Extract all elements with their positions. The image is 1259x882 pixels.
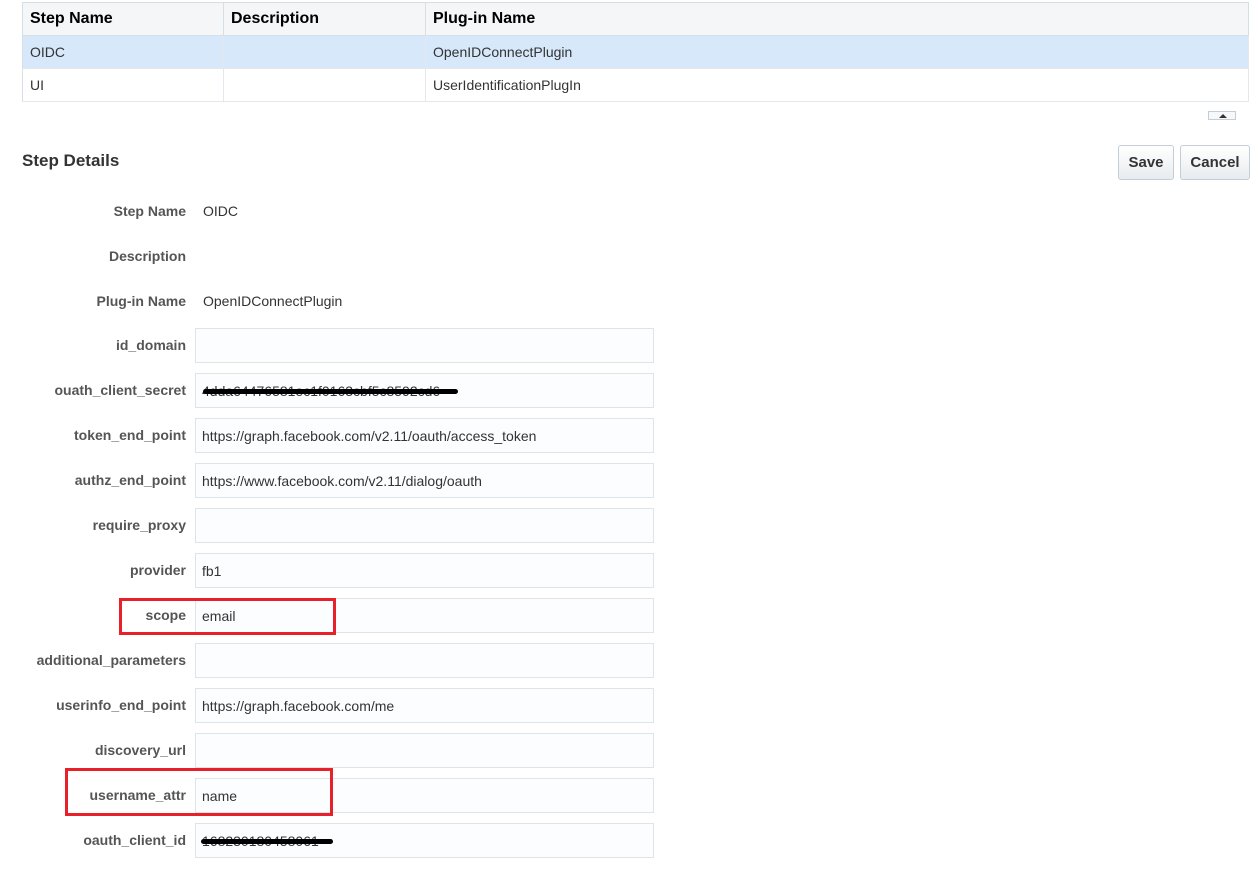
field-row-userinfo-end-point: userinfo_end_point [0, 688, 700, 723]
username-attr-highlight-box [65, 768, 333, 816]
discovery-url-label: discovery_url [94, 742, 186, 758]
field-row-authz-end-point: authz_end_point [0, 463, 700, 498]
field-row-scope: scope [0, 598, 700, 633]
table-header-row: Step Name Description Plug-in Name [22, 2, 1249, 36]
token-end-point-label: token_end_point [73, 427, 186, 443]
provider-label: provider [129, 562, 186, 578]
require-proxy-label: require_proxy [92, 517, 186, 533]
field-row-provider: provider [0, 553, 700, 588]
field-row-client-secret: ouath_client_secret [0, 373, 700, 408]
step-details-title: Step Details [22, 151, 120, 170]
table-row[interactable]: OIDC OpenIDConnectPlugin [22, 35, 1249, 69]
plugin-name-label: Plug-in Name [96, 293, 186, 309]
redaction-mark [203, 389, 458, 394]
cell-description [223, 35, 426, 69]
provider-input[interactable] [195, 553, 654, 588]
plugin-name-value: OpenIDConnectPlugin [203, 293, 343, 309]
require-proxy-input[interactable] [195, 508, 654, 543]
field-row-id-domain: id_domain [0, 328, 700, 363]
plugin-name-row: Plug-in Name OpenIDConnectPlugin [0, 284, 700, 318]
userinfo-end-point-input[interactable] [195, 688, 654, 723]
userinfo-end-point-label: userinfo_end_point [56, 697, 186, 713]
description-row: Description [0, 239, 700, 273]
field-row-client-id: oauth_client_id [0, 823, 700, 858]
steps-table: Step Name Description Plug-in Name OIDC … [22, 2, 1249, 102]
step-name-label: Step Name [113, 203, 186, 219]
token-end-point-input[interactable] [195, 418, 654, 453]
column-header-plugin-name[interactable]: Plug-in Name [425, 2, 1249, 36]
collapse-pane-button[interactable] [1208, 111, 1236, 120]
table-row[interactable]: UI UserIdentificationPlugIn [22, 68, 1249, 102]
description-label: Description [108, 248, 186, 264]
scope-highlight-box [119, 598, 336, 635]
step-name-row: Step Name OIDC [0, 194, 700, 228]
column-header-step-name[interactable]: Step Name [22, 2, 224, 36]
client-id-label: oauth_client_id [83, 832, 186, 848]
cell-step-name: OIDC [22, 35, 224, 69]
save-button[interactable]: Save [1118, 145, 1174, 180]
cell-description [223, 68, 426, 102]
cancel-button[interactable]: Cancel [1180, 145, 1250, 180]
field-row-token-end-point: token_end_point [0, 418, 700, 453]
cell-plugin-name: UserIdentificationPlugIn [425, 68, 1249, 102]
column-header-description[interactable]: Description [223, 2, 426, 36]
additional-parameters-label: additional_parameters [36, 652, 186, 668]
field-row-discovery-url: discovery_url [0, 733, 700, 768]
redaction-mark [201, 839, 333, 844]
step-name-value: OIDC [203, 203, 238, 219]
client-secret-label: ouath_client_secret [54, 382, 187, 398]
authz-end-point-input[interactable] [195, 463, 654, 498]
cell-step-name: UI [22, 68, 224, 102]
additional-parameters-input[interactable] [195, 643, 654, 678]
discovery-url-input[interactable] [195, 733, 654, 768]
field-row-additional-parameters: additional_parameters [0, 643, 700, 678]
id-domain-input[interactable] [195, 328, 654, 363]
cell-plugin-name: OpenIDConnectPlugin [425, 35, 1249, 69]
authz-end-point-label: authz_end_point [74, 472, 186, 488]
field-row-require-proxy: require_proxy [0, 508, 700, 543]
page: Step Name Description Plug-in Name OIDC … [0, 0, 1259, 882]
id-domain-label: id_domain [115, 337, 186, 353]
